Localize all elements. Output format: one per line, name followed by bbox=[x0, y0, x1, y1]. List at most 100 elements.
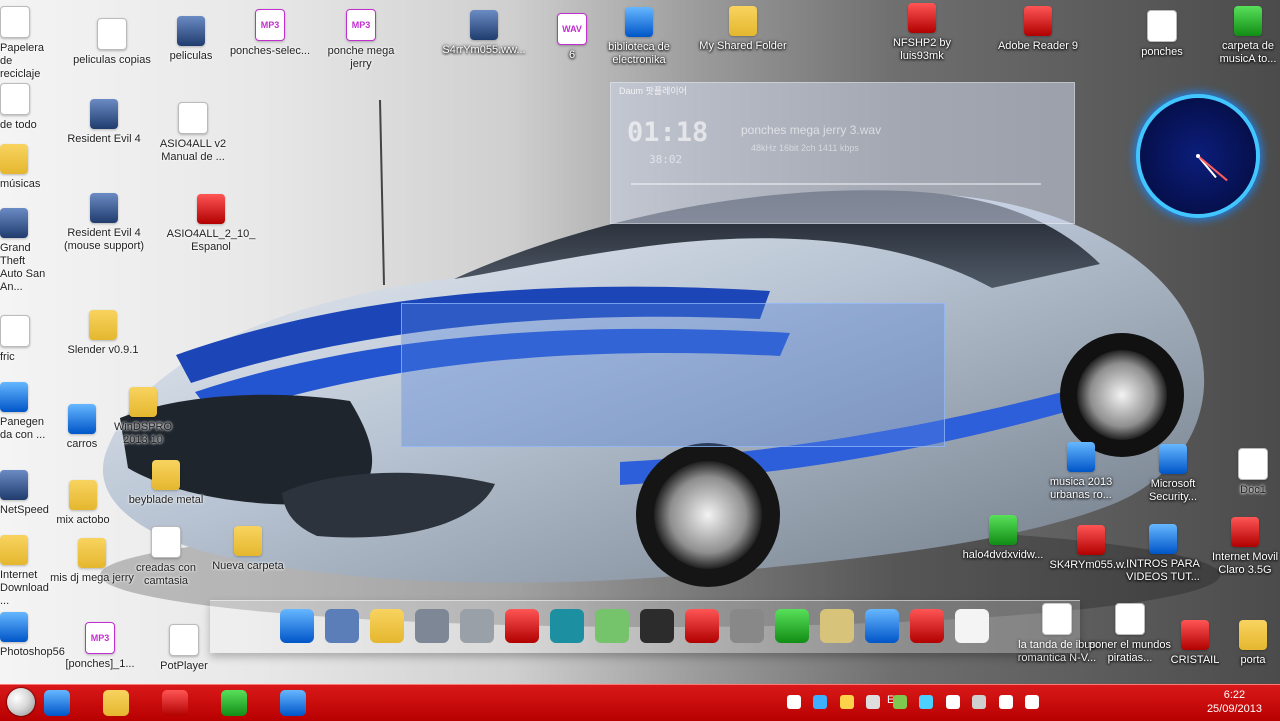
folder-icon bbox=[152, 460, 180, 490]
desktop-icon-asio4all-espanol[interactable]: ASIO4ALL_2_10_ Espanol bbox=[166, 194, 256, 254]
desktop-icon-musica-2013[interactable]: musica 2013 urbanas ro... bbox=[1036, 442, 1126, 502]
desktop-icon-gta[interactable]: Grand Theft Auto San An... bbox=[0, 208, 48, 294]
tray-icon[interactable] bbox=[839, 694, 854, 709]
desktop-icon-s4rrym055[interactable]: S4rrYm055.ww... bbox=[439, 10, 529, 57]
desktop-icon-mis-dj[interactable]: mis dj mega jerry bbox=[47, 538, 137, 585]
desktop-icon-photoshop[interactable]: Photoshop56 bbox=[0, 612, 65, 659]
tray-icon[interactable] bbox=[919, 694, 934, 709]
folder-icon bbox=[69, 480, 97, 510]
media-player-taskbar-icon[interactable] bbox=[162, 690, 188, 716]
dock-globe-icon[interactable] bbox=[280, 609, 314, 643]
dock-wrench-icon[interactable] bbox=[820, 609, 854, 643]
dock-speaker-icon[interactable] bbox=[730, 609, 764, 643]
taskbar-clock[interactable]: 6:22 25/09/2013 bbox=[1207, 688, 1262, 716]
desktop-icon-resident-evil-4[interactable]: Resident Evil 4 bbox=[59, 99, 149, 146]
desktop-icon-label: musica 2013 urbanas ro... bbox=[1049, 476, 1113, 501]
desktop-icon-resident-evil-mouse[interactable]: Resident Evil 4 (mouse support) bbox=[59, 193, 149, 253]
desktop-icon-adobe-reader[interactable]: Adobe Reader 9 bbox=[993, 6, 1083, 53]
desktop-icon-halo[interactable]: halo4dvdxvidw... bbox=[958, 515, 1048, 562]
desktop-icon-ponches[interactable]: ponches bbox=[1117, 10, 1207, 59]
desktop-icon-nueva-carpeta[interactable]: Nueva carpeta bbox=[203, 526, 293, 573]
document-icon bbox=[0, 83, 30, 115]
desktop-icon-my-shared-folder[interactable]: My Shared Folder bbox=[698, 6, 788, 53]
desktop-icon-label: halo4dvdxvidw... bbox=[962, 549, 1044, 561]
desktop-icon-label: INTROS PARA VIDEOS TUT... bbox=[1126, 558, 1200, 583]
desktop-icon-ponches-1[interactable]: MP3 [ponches]_1... bbox=[55, 622, 145, 671]
desktop-icon-beyblade[interactable]: beyblade metal bbox=[121, 460, 211, 507]
desktop-icon-nfshp2[interactable]: NFSHP2 by luis93mk bbox=[877, 3, 967, 63]
desktop-icon-label: ASIO4ALL v2 Manual de ... bbox=[159, 138, 227, 163]
film-file-icon bbox=[177, 16, 205, 46]
music-icon bbox=[1067, 442, 1095, 472]
dock-3ds-icon[interactable] bbox=[550, 609, 584, 643]
tray-icon[interactable] bbox=[866, 694, 881, 709]
seek-bar[interactable] bbox=[631, 183, 1041, 185]
desktop-icon-label: fric bbox=[0, 351, 15, 363]
network-icon[interactable] bbox=[1025, 694, 1040, 709]
taskbar-time: 6:22 bbox=[1223, 689, 1246, 701]
desktop-icon-label: mix actobo bbox=[56, 514, 110, 526]
desktop-icon-label: NFSHP2 by luis93mk bbox=[892, 37, 952, 62]
start-button[interactable] bbox=[7, 688, 35, 716]
desktop-icon-slender[interactable]: Slender v0.9.1 bbox=[58, 310, 148, 357]
dock-app-icon[interactable] bbox=[415, 609, 449, 643]
desktop-icon-fric[interactable]: fric bbox=[0, 315, 48, 364]
tray-icon[interactable] bbox=[787, 694, 801, 709]
desktop-icon-ponches-selec[interactable]: MP3 ponches-selec... bbox=[225, 9, 315, 58]
file-explorer-icon[interactable] bbox=[103, 690, 129, 716]
desktop-icon-peliculas-copias[interactable]: peliculas copias bbox=[67, 18, 157, 67]
internet-explorer-icon[interactable] bbox=[44, 690, 70, 716]
desktop-icon-biblioteca[interactable]: biblioteca de electronika bbox=[594, 7, 684, 67]
tray-icon[interactable] bbox=[945, 694, 960, 709]
dock-app-icon[interactable] bbox=[640, 609, 674, 643]
minute-hand bbox=[1197, 155, 1228, 182]
desktop-icon-ponche-mega-jerry[interactable]: MP3 ponche mega jerry bbox=[316, 9, 406, 71]
desktop-icon-asio4all-manual[interactable]: ASIO4ALL v2 Manual de ... bbox=[148, 102, 238, 164]
desktop-icon-carpeta-musica[interactable]: carpeta de musicA to... bbox=[1203, 6, 1280, 66]
security-icon bbox=[1159, 444, 1187, 474]
dock-text-icon[interactable] bbox=[685, 609, 719, 643]
chrome-icon[interactable] bbox=[221, 690, 247, 716]
desktop-clock-widget[interactable] bbox=[1140, 98, 1256, 214]
dock-folder-icon[interactable] bbox=[325, 609, 359, 643]
desktop-icon-label: carpeta de musicA to... bbox=[1219, 40, 1277, 65]
dock-folder-icon[interactable] bbox=[370, 609, 404, 643]
desktop-icon-label: Grand Theft Auto San An... bbox=[0, 242, 46, 293]
dock-tools-icon[interactable] bbox=[460, 609, 494, 643]
dock-utorrent-icon[interactable] bbox=[775, 609, 809, 643]
desktop-icon-idm[interactable]: Internet Download ... bbox=[0, 535, 49, 608]
desktop-icon-windspro[interactable]: WinDSPRO 2013.10 bbox=[98, 387, 188, 447]
dock-window-icon[interactable] bbox=[955, 609, 989, 643]
game-icon bbox=[0, 208, 28, 238]
app-icon bbox=[0, 612, 28, 642]
recycle-bin-icon bbox=[0, 6, 30, 38]
tray-icon[interactable] bbox=[972, 694, 987, 709]
desktop-icon-mix-actobo[interactable]: mix actobo bbox=[38, 480, 128, 527]
desktop-icon-label: Microsoft Security... bbox=[1148, 478, 1198, 503]
app-taskbar-icon[interactable] bbox=[280, 690, 306, 716]
dock-network-icon[interactable] bbox=[865, 609, 899, 643]
dock-app-icon[interactable] bbox=[910, 609, 944, 643]
desktop-icon-porta[interactable]: porta bbox=[1208, 620, 1280, 667]
music-disc-icon bbox=[625, 7, 653, 37]
desktop-icon-de-todo[interactable]: de todo bbox=[0, 83, 48, 132]
player-icon bbox=[169, 624, 199, 656]
desktop-icon-internet-movil[interactable]: Internet Movil Claro 3.5G bbox=[1200, 517, 1280, 577]
folder-icon bbox=[89, 310, 117, 340]
desktop-icon-musicas[interactable]: músicas bbox=[0, 144, 48, 191]
tray-icon[interactable] bbox=[813, 694, 828, 709]
dock-red-app-icon[interactable] bbox=[505, 609, 539, 643]
desktop-icon-security[interactable]: Microsoft Security... bbox=[1128, 444, 1218, 504]
desktop-dock bbox=[210, 600, 1080, 653]
desktop-icon-recycle-bin[interactable]: Papelera de reciclaje bbox=[0, 6, 48, 81]
desktop-icon-intros[interactable]: INTROS PARA VIDEOS TUT... bbox=[1118, 524, 1208, 584]
desktop-icon-peliculas[interactable]: peliculas bbox=[146, 16, 236, 63]
volume-icon[interactable] bbox=[998, 694, 1013, 709]
tray-icon[interactable] bbox=[892, 694, 907, 709]
desktop-icon-label: Doc1 bbox=[1240, 484, 1266, 496]
desktop-icon-doc1[interactable]: Doc1 bbox=[1208, 448, 1280, 497]
media-player-window[interactable]: Daum 팟플레이어 01:18 38:02 ponches mega jerr… bbox=[610, 82, 1075, 224]
game-icon bbox=[908, 3, 936, 33]
desktop-icon-label: peliculas copias bbox=[73, 54, 151, 66]
dock-app-icon[interactable] bbox=[595, 609, 629, 643]
